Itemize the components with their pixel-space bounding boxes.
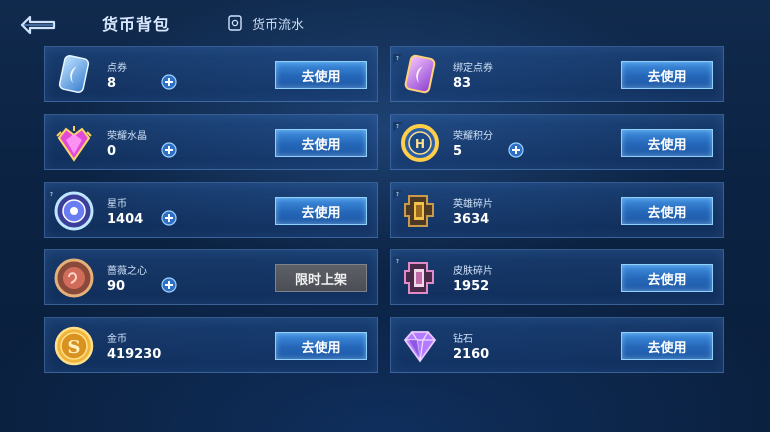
glory-points-icon: H bbox=[397, 120, 443, 166]
currency-name: 钻石 bbox=[453, 334, 473, 345]
currency-flow-label: 货币流水 bbox=[252, 17, 305, 33]
glory-crystal-icon bbox=[51, 120, 97, 166]
add-currency-plus-icon[interactable] bbox=[161, 74, 177, 90]
currency-name: 星币 bbox=[107, 199, 127, 210]
skin-fragment-icon bbox=[397, 255, 443, 301]
svg-text:S: S bbox=[68, 337, 81, 358]
currency-name: 荣耀水晶 bbox=[107, 131, 147, 142]
currency-card: 钻石 2160 去使用 bbox=[390, 317, 724, 373]
page-title: 货币背包 bbox=[102, 15, 171, 34]
use-button[interactable]: 去使用 bbox=[275, 61, 367, 89]
ledger-icon bbox=[228, 15, 242, 31]
use-button[interactable]: 去使用 bbox=[621, 332, 713, 360]
use-button[interactable]: 去使用 bbox=[621, 129, 713, 157]
currency-amount: 419230 bbox=[107, 347, 162, 362]
use-button[interactable]: 去使用 bbox=[275, 197, 367, 225]
currency-card: ? 英雄碎片 3634 去使用 bbox=[390, 182, 724, 238]
currency-name: 点券 bbox=[107, 63, 127, 74]
rose-heart-icon bbox=[51, 255, 97, 301]
currency-card: ? H 荣耀积分 5 去使用 bbox=[390, 114, 724, 170]
currency-amount: 5 bbox=[453, 144, 463, 159]
currency-name: 绑定点券 bbox=[453, 63, 493, 74]
add-currency-plus-icon[interactable] bbox=[161, 210, 177, 226]
currency-amount: 1952 bbox=[453, 279, 490, 294]
currency-amount: 90 bbox=[107, 279, 126, 294]
currency-name: 金币 bbox=[107, 334, 127, 345]
add-currency-plus-icon[interactable] bbox=[508, 142, 524, 158]
voucher-icon bbox=[51, 52, 97, 98]
currency-card: ? 绑定点券 83 去使用 bbox=[390, 46, 724, 102]
star-coin-icon bbox=[51, 188, 97, 234]
currency-amount: 83 bbox=[453, 76, 472, 91]
svg-text:H: H bbox=[415, 137, 425, 151]
header: 货币背包 货币流水 bbox=[0, 0, 770, 46]
hero-fragment-icon bbox=[397, 188, 443, 234]
currency-flow-tab[interactable]: 货币流水 bbox=[228, 13, 304, 33]
currency-amount: 0 bbox=[107, 144, 117, 159]
back-button[interactable] bbox=[18, 12, 58, 35]
currency-name: 蔷薇之心 bbox=[107, 266, 147, 277]
currency-grid: 点券 8 去使用? 绑定点券 83 去使用 荣耀水晶 0 去使用? H 荣耀积分 5 去使用? 星币 140… bbox=[44, 46, 726, 376]
add-currency-plus-icon[interactable] bbox=[161, 142, 177, 158]
currency-name: 荣耀积分 bbox=[453, 131, 493, 142]
currency-amount: 8 bbox=[107, 76, 117, 91]
currency-card: 蔷薇之心 90 限时上架 bbox=[44, 249, 378, 305]
add-currency-plus-icon[interactable] bbox=[161, 277, 177, 293]
currency-card: 荣耀水晶 0 去使用 bbox=[44, 114, 378, 170]
back-arrow-icon[interactable] bbox=[18, 12, 58, 35]
currency-card: S 金币 419230 去使用 bbox=[44, 317, 378, 373]
currency-card: 点券 8 去使用 bbox=[44, 46, 378, 102]
currency-amount: 3634 bbox=[453, 212, 490, 227]
bound-voucher-icon bbox=[397, 52, 443, 98]
diamond-icon bbox=[397, 323, 443, 369]
gold-coin-icon: S bbox=[51, 323, 97, 369]
currency-amount: 1404 bbox=[107, 212, 144, 227]
limited-time-button: 限时上架 bbox=[275, 264, 367, 292]
use-button[interactable]: 去使用 bbox=[621, 197, 713, 225]
currency-card: ? 皮肤碎片 1952 去使用 bbox=[390, 249, 724, 305]
use-button[interactable]: 去使用 bbox=[275, 332, 367, 360]
currency-name: 皮肤碎片 bbox=[453, 266, 493, 277]
currency-amount: 2160 bbox=[453, 347, 490, 362]
use-button[interactable]: 去使用 bbox=[621, 61, 713, 89]
use-button[interactable]: 去使用 bbox=[621, 264, 713, 292]
currency-card: ? 星币 1404 去使用 bbox=[44, 182, 378, 238]
use-button[interactable]: 去使用 bbox=[275, 129, 367, 157]
currency-name: 英雄碎片 bbox=[453, 199, 493, 210]
